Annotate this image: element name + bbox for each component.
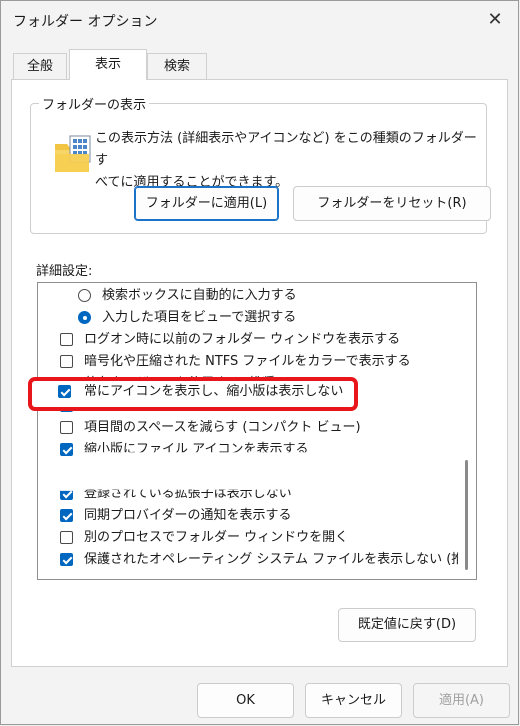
option-label: 縮小版にファイル アイコンを表示する bbox=[84, 442, 309, 457]
radio-option[interactable]: 検索ボックスに自動的に入力する bbox=[38, 285, 454, 307]
checkbox[interactable] bbox=[60, 509, 73, 522]
option-label: 保護されたオペレーティング システム ファイルを表示しない (推奨) bbox=[84, 552, 477, 567]
folder-view-description: この表示方法 (詳細表示やアイコンなど) をこの種類のフォルダーす べてに適用す… bbox=[95, 128, 485, 194]
apply-to-folders-button[interactable]: フォルダーに適用(L) bbox=[134, 186, 279, 221]
folder-view-legend: フォルダーの表示 bbox=[39, 94, 150, 113]
option-label: 同期プロバイダーの通知を表示する bbox=[84, 508, 292, 523]
checkbox-option[interactable]: 項目間のスペースを減らす (コンパクト ビュー) bbox=[38, 417, 454, 439]
ok-button[interactable]: OK bbox=[197, 683, 294, 718]
scrollbar[interactable] bbox=[458, 283, 476, 579]
highlighted-checkbox[interactable] bbox=[58, 385, 71, 398]
apply-button[interactable]: 適用(A) bbox=[413, 683, 510, 718]
tab-search[interactable]: 検索 bbox=[147, 53, 207, 79]
checkbox-option[interactable]: ログオン時に以前のフォルダー ウィンドウを表示する bbox=[38, 329, 454, 351]
description-line-1: この表示方法 (詳細表示やアイコンなど) をこの種類のフォルダーす bbox=[95, 131, 477, 168]
checkbox[interactable] bbox=[60, 355, 73, 368]
scroll-thumb[interactable] bbox=[465, 460, 468, 570]
checkbox[interactable] bbox=[60, 333, 73, 346]
checkbox-option[interactable]: 別のプロセスでフォルダー ウィンドウを開く bbox=[38, 527, 454, 549]
checkbox[interactable] bbox=[60, 443, 73, 456]
option-label: 別のプロセスでフォルダー ウィンドウを開く bbox=[84, 530, 349, 545]
tab-view-label: 表示 bbox=[94, 57, 121, 72]
tab-general-label: 全般 bbox=[26, 59, 53, 74]
close-icon[interactable]: ✕ bbox=[480, 5, 510, 35]
radio-option[interactable]: 入力した項目をビューで選択する bbox=[38, 307, 454, 329]
title-bar: フォルダー オプション ✕ bbox=[1, 1, 518, 39]
tab-general[interactable]: 全般 bbox=[13, 53, 67, 79]
advanced-settings-list[interactable]: 検索ボックスに自動的に入力する 入力した項目をビューで選択するログオン時に以前のフ… bbox=[37, 282, 477, 580]
restore-defaults-button[interactable]: 既定値に戻す(D) bbox=[338, 608, 476, 642]
checkbox-option[interactable]: 保護されたオペレーティング システム ファイルを表示しない (推奨) bbox=[38, 549, 476, 571]
option-label: 項目間のスペースを減らす (コンパクト ビュー) bbox=[84, 420, 361, 435]
option-label: 暗号化や圧縮された NTFS ファイルをカラーで表示する bbox=[84, 354, 411, 369]
tab-view[interactable]: 表示 bbox=[69, 49, 147, 80]
highlighted-item-label: 常にアイコンを表示し、縮小版は表示しない bbox=[84, 384, 344, 399]
window-title: フォルダー オプション bbox=[13, 14, 158, 30]
reset-folders-button[interactable]: フォルダーをリセット(R) bbox=[293, 186, 491, 221]
option-label: 入力した項目をビューで選択する bbox=[102, 310, 297, 325]
advanced-settings-label: 詳細設定: bbox=[36, 264, 93, 279]
cancel-button[interactable]: キャンセル bbox=[305, 683, 402, 718]
option-label: 登録されている拡張子は表示しない bbox=[84, 486, 292, 501]
folder-icon bbox=[55, 135, 91, 172]
folder-view-group: フォルダーの表示 この表示方法 (詳細表示やアイコンなど) をこの種類のフォルダ… bbox=[30, 94, 491, 234]
radio-button[interactable] bbox=[78, 289, 91, 302]
checkbox[interactable] bbox=[60, 553, 73, 566]
view-tab-panel: フォルダーの表示 この表示方法 (詳細表示やアイコンなど) をこの種類のフォルダ… bbox=[11, 79, 508, 667]
checkbox[interactable] bbox=[60, 421, 73, 434]
checkbox-option[interactable]: 縮小版にファイル アイコンを表示する bbox=[38, 439, 454, 461]
checkbox[interactable] bbox=[60, 531, 73, 544]
checkbox-option[interactable]: 登録されている拡張子は表示しない bbox=[38, 483, 454, 505]
checkbox-option[interactable]: 暗号化や圧縮された NTFS ファイルをカラーで表示する bbox=[38, 351, 454, 373]
option-label: ログオン時に以前のフォルダー ウィンドウを表示する bbox=[84, 332, 401, 347]
checkbox-option[interactable]: 同期プロバイダーの通知を表示する bbox=[38, 505, 454, 527]
tab-search-label: 検索 bbox=[163, 59, 190, 74]
folder-options-dialog: フォルダー オプション ✕ 全般 表示 検索 フォルダーの表示 この表示方法 (… bbox=[0, 0, 519, 725]
radio-button[interactable] bbox=[78, 311, 91, 324]
checkbox[interactable] bbox=[60, 490, 73, 500]
option-label: 検索ボックスに自動的に入力する bbox=[102, 288, 297, 303]
